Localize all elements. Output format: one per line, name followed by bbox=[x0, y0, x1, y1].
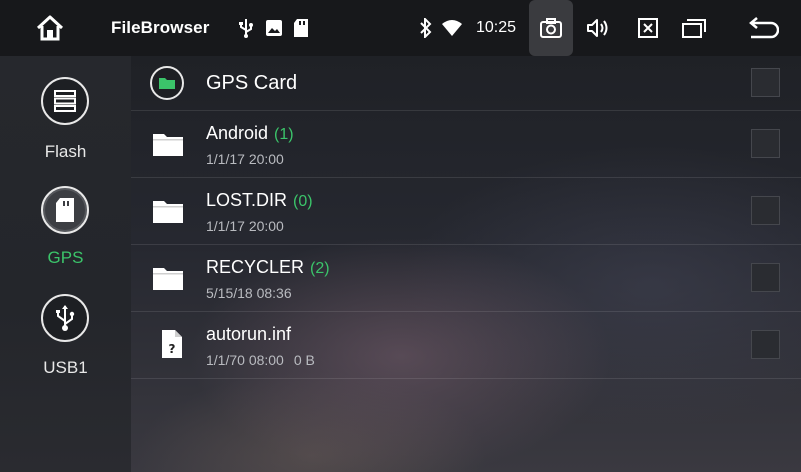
row-checkbox[interactable] bbox=[751, 330, 780, 359]
file-meta-line: 1/1/70 08:00 0 B bbox=[206, 352, 315, 368]
image-icon bbox=[266, 20, 282, 36]
unknown-file-icon: ? bbox=[162, 330, 182, 358]
list-item[interactable]: RECYCLER (2) 5/15/18 08:36 bbox=[131, 245, 801, 312]
sd-card-icon bbox=[294, 19, 308, 37]
sidebar-item-usb1[interactable]: USB1 bbox=[0, 280, 131, 392]
row-checkbox[interactable] bbox=[751, 196, 780, 225]
folder-icon bbox=[153, 134, 183, 156]
camera-button[interactable] bbox=[529, 0, 573, 56]
back-button[interactable] bbox=[743, 0, 783, 56]
list-item[interactable]: Android (1) 1/1/17 20:00 bbox=[131, 111, 801, 178]
file-name-line: Android (1) bbox=[206, 123, 294, 144]
sidebar-item-label: Flash bbox=[44, 142, 87, 161]
clock: 10:25 bbox=[476, 19, 517, 36]
page-title: GPS Card bbox=[206, 72, 298, 94]
sidebar-item-flash[interactable]: Flash bbox=[0, 56, 131, 168]
sd-status bbox=[290, 0, 312, 56]
home-button[interactable] bbox=[32, 0, 68, 56]
item-count: (2) bbox=[310, 260, 330, 277]
row-checkbox[interactable] bbox=[751, 129, 780, 158]
folder-icon-circle bbox=[150, 66, 184, 100]
row-checkbox[interactable] bbox=[751, 263, 780, 292]
folder-icon bbox=[153, 268, 183, 290]
file-name: Android bbox=[206, 123, 269, 143]
list-header: GPS Card bbox=[131, 56, 801, 111]
back-icon bbox=[749, 17, 779, 39]
list-item[interactable]: LOST.DIR (0) 1/1/17 20:00 bbox=[131, 178, 801, 245]
image-status bbox=[262, 0, 286, 56]
item-count: (1) bbox=[274, 126, 294, 143]
item-count: (0) bbox=[293, 193, 313, 210]
list-item[interactable]: ? autorun.inf 1/1/70 08:00 0 B bbox=[131, 312, 801, 379]
usb-icon bbox=[239, 19, 253, 38]
file-name: autorun.inf bbox=[206, 324, 292, 344]
camera-icon bbox=[540, 18, 562, 38]
sidebar-item-label: USB1 bbox=[43, 358, 88, 377]
file-name-line: LOST.DIR (0) bbox=[206, 190, 313, 211]
home-icon bbox=[36, 15, 64, 41]
usb-icon-circle bbox=[41, 294, 89, 342]
usb-icon bbox=[56, 305, 75, 331]
close-window-icon bbox=[638, 18, 658, 38]
wifi-status bbox=[440, 0, 464, 56]
folder-icon bbox=[159, 78, 175, 89]
file-date: 5/15/18 08:36 bbox=[206, 285, 292, 301]
storage-sidebar: Flash GPS USB1 bbox=[0, 56, 131, 472]
volume-icon bbox=[587, 19, 608, 37]
svg-text:?: ? bbox=[169, 342, 176, 356]
wifi-icon bbox=[442, 20, 462, 36]
file-name-line: autorun.inf bbox=[206, 324, 291, 345]
file-date: 1/1/17 20:00 bbox=[206, 151, 284, 167]
sidebar-item-gps[interactable]: GPS bbox=[0, 168, 131, 280]
file-date: 1/1/17 20:00 bbox=[206, 218, 284, 234]
file-name: RECYCLER bbox=[206, 257, 305, 277]
recent-apps-icon bbox=[682, 19, 706, 38]
storage-icon bbox=[54, 90, 76, 112]
file-name-line: RECYCLER (2) bbox=[206, 257, 330, 278]
sidebar-item-label: GPS bbox=[47, 248, 84, 267]
storage-icon-circle bbox=[41, 77, 89, 125]
sd-card-icon-circle bbox=[41, 186, 89, 234]
usb-status bbox=[236, 0, 256, 56]
recent-apps-button[interactable] bbox=[677, 0, 711, 56]
app-title: FileBrowser bbox=[111, 18, 210, 37]
file-size: 0 B bbox=[293, 352, 315, 368]
status-bar: FileBrowser 10:25 bbox=[0, 0, 801, 56]
file-list: GPS Card Android (1) 1/1/17 20:00 LOST.DI… bbox=[131, 56, 801, 472]
select-all-checkbox[interactable] bbox=[751, 68, 780, 97]
file-name: LOST.DIR bbox=[206, 190, 288, 210]
folder-icon bbox=[153, 201, 183, 223]
bluetooth-status bbox=[416, 0, 436, 56]
sd-card-icon bbox=[56, 198, 74, 222]
file-date: 1/1/70 08:00 bbox=[206, 352, 284, 368]
close-window-button[interactable] bbox=[632, 0, 664, 56]
volume-button[interactable] bbox=[581, 0, 615, 56]
bluetooth-icon bbox=[420, 18, 432, 38]
